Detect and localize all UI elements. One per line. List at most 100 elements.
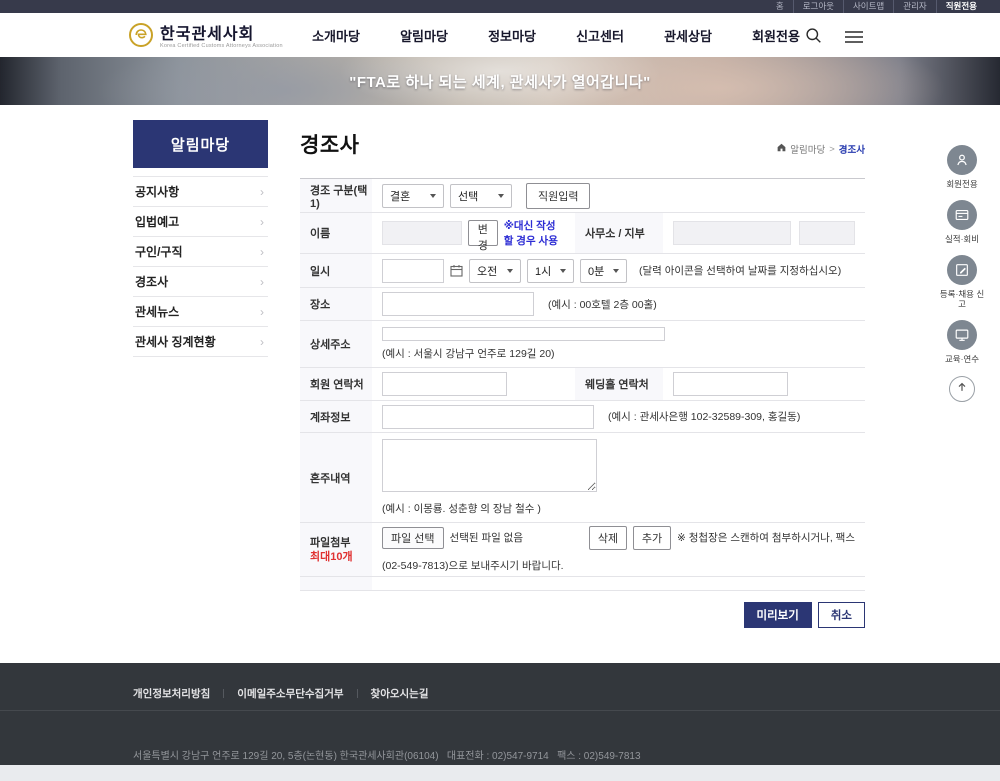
search-icon[interactable]	[805, 27, 822, 49]
row-address: 상세주소 (예시 : 서울시 강남구 언주로 129길 20)	[300, 321, 865, 368]
address-input[interactable]	[382, 327, 665, 341]
label-datetime: 일시	[300, 254, 372, 287]
label-name: 이름	[300, 213, 372, 253]
address-example-note: (예시 : 서울시 강남구 언주로 129길 20)	[382, 346, 555, 361]
topbar-link-sitemap[interactable]: 사이트맵	[843, 0, 893, 13]
change-name-button[interactable]: 변경	[468, 220, 498, 246]
chevron-right-icon: ›	[260, 275, 264, 289]
place-input[interactable]	[382, 292, 534, 316]
sidebar-item-notices[interactable]: 공지사항›	[133, 177, 268, 207]
category-sub-select[interactable]: 선택	[450, 184, 512, 208]
quick-item-dues[interactable]: 실적·회비	[938, 200, 986, 244]
topbar-link-admin[interactable]: 관리자	[893, 0, 935, 13]
cancel-button[interactable]: 취소	[818, 602, 865, 628]
home-icon[interactable]	[777, 143, 786, 155]
scroll-to-top-button[interactable]	[949, 376, 975, 402]
sidebar-item-customs-news[interactable]: 관세뉴스›	[133, 297, 268, 327]
topbar-link-home[interactable]: 홈	[767, 0, 793, 13]
label-office-branch: 사무소 / 지부	[575, 213, 663, 253]
sidebar-item-legislation[interactable]: 입법예고›	[133, 207, 268, 237]
name-proxy-note: ※대신 작성할 경우 사용	[504, 218, 565, 248]
nav-item-intro[interactable]: 소개마당	[292, 26, 380, 45]
footer-link-privacy[interactable]: 개인정보처리방침	[133, 686, 210, 701]
banner-slogan: "FTA로 하나 되는 세계, 관세사가 열어갑니다"	[349, 71, 651, 92]
breadcrumb-current: 경조사	[839, 142, 865, 156]
branch-input	[799, 221, 855, 245]
edit-doc-icon	[947, 255, 977, 285]
topbar-link-staff-only[interactable]: 직원전용	[936, 0, 986, 13]
preview-button[interactable]: 미리보기	[744, 602, 812, 628]
file-select-button[interactable]: 파일 선택	[382, 527, 444, 549]
footer-link-directions[interactable]: 찾아오시는길	[371, 686, 429, 701]
monitor-icon	[947, 320, 977, 350]
staff-entry-button[interactable]: 직원입력	[526, 183, 590, 209]
topbar-link-logout[interactable]: 로그아웃	[793, 0, 843, 13]
site-footer: 개인정보처리방침 이메일주소무단수집거부 찾아오시는길 서울특별시 강남구 언주…	[0, 663, 1000, 765]
footer-links: 개인정보처리방침 이메일주소무단수집거부 찾아오시는길	[133, 686, 429, 701]
chevron-right-icon: ›	[260, 305, 264, 319]
add-file-button[interactable]: 추가	[633, 526, 671, 550]
chevron-right-icon: ›	[260, 185, 264, 199]
sidebar-section-title: 알림마당	[133, 120, 268, 168]
footer-divider	[0, 710, 1000, 711]
hall-contact-input[interactable]	[673, 372, 788, 396]
site-header: 한국관세사회 Korea Certified Customs Attorneys…	[0, 13, 1000, 57]
minute-select[interactable]: 0분	[580, 259, 627, 283]
row-place: 장소 (예시 : 00호텔 2층 00홀)	[300, 288, 865, 321]
calendar-icon[interactable]	[450, 264, 463, 277]
sidebar-item-jobs[interactable]: 구인/구직›	[133, 237, 268, 267]
breadcrumb-parent[interactable]: 알림마당	[790, 142, 825, 156]
hour-select[interactable]: 1시	[527, 259, 574, 283]
footer-address: 서울특별시 강남구 언주로 129길 20, 5층(논현동) 한국관세사회관(0…	[133, 749, 641, 764]
row-account: 계좌정보 (예시 : 관세사은행 102-32589-309, 홍길동)	[300, 401, 865, 433]
parents-example-note: (예시 : 이몽룡. 성춘향 의 장남 철수 )	[382, 501, 541, 516]
place-example-note: (예시 : 00호텔 2층 00홀)	[548, 297, 657, 312]
family-event-form: 경조 구분(택1) 결혼 선택 직원입력 이름 변경 ※대신 작성할 경우 사용…	[300, 178, 865, 591]
category-type-select[interactable]: 결혼	[382, 184, 444, 208]
chevron-down-icon	[560, 269, 566, 273]
quick-item-education[interactable]: 교육·연수	[938, 320, 986, 364]
quick-item-members[interactable]: 회원전용	[938, 145, 986, 189]
label-hall-contact: 웨딩홀 연락처	[575, 368, 663, 400]
file-status: 선택된 파일 없음	[450, 530, 523, 545]
label-address: 상세주소	[300, 321, 372, 367]
hamburger-menu-icon[interactable]	[845, 30, 863, 48]
nav-item-consult[interactable]: 관세상담	[644, 26, 732, 45]
row-datetime: 일시 오전 1시 0분 (달력 아이콘을 선택하여 날짜를 지정하십시오)	[300, 254, 865, 288]
member-contact-input[interactable]	[382, 372, 507, 396]
row-attachment: 파일첨부 최대10개 파일 선택 선택된 파일 없음 삭제 추가 ※ 청첩장은 …	[300, 523, 865, 577]
form-actions: 미리보기 취소	[300, 602, 865, 628]
sidebar-item-family-events[interactable]: 경조사›	[133, 267, 268, 297]
attachment-note-line2: (02-549-7813)으로 보내주시기 바랍니다.	[382, 560, 564, 572]
delete-file-button[interactable]: 삭제	[589, 526, 627, 550]
chevron-down-icon	[613, 269, 619, 273]
page-bottom-strip	[0, 765, 1000, 781]
label-category: 경조 구분(택1)	[300, 179, 372, 212]
utility-bar: 홈 로그아웃 사이트맵 관리자 직원전용	[0, 0, 1000, 13]
nav-item-notice[interactable]: 알림마당	[380, 26, 468, 45]
office-input	[673, 221, 791, 245]
account-input[interactable]	[382, 405, 594, 429]
label-account: 계좌정보	[300, 401, 372, 432]
nav-item-info[interactable]: 정보마당	[468, 26, 556, 45]
name-input	[382, 221, 462, 245]
parents-textarea[interactable]	[382, 439, 597, 492]
footer-link-separator	[223, 689, 224, 698]
date-input[interactable]	[382, 259, 444, 283]
sidebar-item-discipline-status[interactable]: 관세사 징계현황›	[133, 327, 268, 357]
quick-item-registration[interactable]: 등록·채용 신고	[938, 255, 986, 309]
ampm-select[interactable]: 오전	[469, 259, 521, 283]
nav-item-report[interactable]: 신고센터	[556, 26, 644, 45]
chevron-down-icon	[498, 194, 504, 198]
footer-link-no-email-collection[interactable]: 이메일주소무단수집거부	[237, 686, 343, 701]
main-nav: 소개마당 알림마당 정보마당 신고센터 관세상담 회원전용	[292, 13, 820, 57]
chevron-down-icon	[430, 194, 436, 198]
logo[interactable]: 한국관세사회 Korea Certified Customs Attorneys…	[128, 22, 283, 53]
row-contacts: 회원 연락처 웨딩홀 연락처	[300, 368, 865, 401]
datetime-help-note: (달력 아이콘을 선택하여 날짜를 지정하십시오)	[639, 263, 841, 278]
label-attachment: 파일첨부 최대10개	[300, 523, 372, 576]
chevron-right-icon: ›	[260, 245, 264, 259]
arrow-up-icon	[956, 380, 968, 398]
label-place: 장소	[300, 288, 372, 320]
chevron-right-icon: ›	[260, 335, 264, 349]
